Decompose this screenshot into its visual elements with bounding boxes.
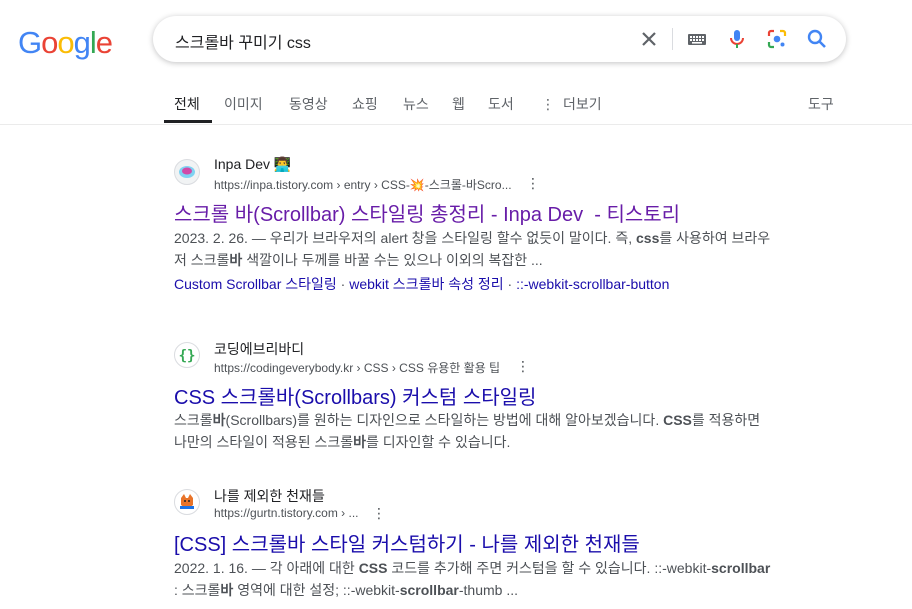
sitelink-separator: · xyxy=(503,276,517,292)
snippet-text: 스크롤 xyxy=(174,412,213,428)
result-snippet: 2023. 2. 26. — 우리가 브라우저의 alert 창을 스타일링 할… xyxy=(174,227,774,271)
site-name[interactable]: Inpa Dev 👨‍💻 xyxy=(214,156,291,173)
site-name[interactable]: 나를 제외한 천재들 xyxy=(214,486,325,506)
tools-button[interactable]: 도구 xyxy=(808,94,834,114)
site-url[interactable]: https://inpa.tistory.com › entry › CSS-💥… xyxy=(214,176,512,193)
result-snippet: 스크롤바(Scrollbars)를 원하는 디자인으로 스타일하는 방법에 대해… xyxy=(174,409,774,453)
tab-news[interactable]: 뉴스 xyxy=(403,94,429,114)
snippet-highlight: 바 xyxy=(220,582,234,598)
snippet-highlight: scrollbar xyxy=(711,560,771,576)
search-divider xyxy=(672,28,673,50)
site-favicon xyxy=(174,159,200,185)
svg-text:{}: {} xyxy=(179,348,196,364)
snippet-highlight: 바 xyxy=(212,412,226,428)
search-icon[interactable] xyxy=(805,27,829,51)
logo-letter: o xyxy=(57,25,74,60)
snippet-highlight: 바 xyxy=(229,252,243,268)
snippet-highlight: CSS xyxy=(358,560,388,576)
sitelink[interactable]: webkit 스크롤바 속성 정리 xyxy=(349,276,503,292)
logo-letter: G xyxy=(18,25,42,60)
search-result: 나를 제외한 천재들 https://gurtn.tistory.com › .… xyxy=(174,485,774,605)
snippet-text: 영역에 대한 설정; ::-webkit- xyxy=(233,582,400,598)
tab-images[interactable]: 이미지 xyxy=(224,94,263,114)
tab-web[interactable]: 웹 xyxy=(452,94,465,114)
keyboard-icon[interactable] xyxy=(685,27,709,51)
snippet-text: -thumb ... xyxy=(458,582,518,598)
sitelink[interactable]: Custom Scrollbar 스타일링 xyxy=(174,276,337,292)
active-tab-indicator xyxy=(164,120,212,123)
snippet-text: 코드를 추가해 주면 커스텀을 할 수 있습니다. ::-webkit- xyxy=(387,560,712,576)
tab-videos[interactable]: 동영상 xyxy=(289,94,328,114)
search-tabs: 전체 이미지 동영상 쇼핑 뉴스 웹 도서 ⋮ 더보기 도구 xyxy=(0,82,912,125)
tab-books[interactable]: 도서 xyxy=(488,94,514,114)
sitelink-separator: · xyxy=(336,276,350,292)
search-result: {} 코딩에브리바디 https://codingeverybody.kr › … xyxy=(174,338,774,458)
snippet-text: 각 아래에 대한 xyxy=(269,560,359,576)
search-result: Inpa Dev 👨‍💻 https://inpa.tistory.com › … xyxy=(174,155,774,295)
google-logo[interactable]: Google xyxy=(18,25,113,61)
more-options-icon[interactable]: ⋮ xyxy=(526,175,540,192)
snippet-highlight: css xyxy=(636,230,660,246)
logo-letter: g xyxy=(73,25,91,60)
site-url[interactable]: https://codingeverybody.kr › CSS › CSS 유… xyxy=(214,359,500,376)
camera-lens-icon[interactable] xyxy=(765,27,789,51)
site-favicon xyxy=(174,489,200,515)
logo-letter: e xyxy=(95,25,113,60)
more-options-icon[interactable]: ⋮ xyxy=(372,505,386,522)
tab-more[interactable]: ⋮ 더보기 xyxy=(541,94,602,114)
microphone-icon[interactable] xyxy=(725,27,749,51)
result-title[interactable]: CSS 스크롤바(Scrollbars) 커스텀 스타일링 xyxy=(174,381,536,410)
snippet-text: 색깔이나 두께를 바꿀 수는 있으나 이외의 복잡한 ... xyxy=(242,252,543,268)
site-name[interactable]: 코딩에브리바디 xyxy=(214,339,304,359)
more-options-icon[interactable]: ⋮ xyxy=(516,358,530,375)
tab-more-label: 더보기 xyxy=(563,96,602,112)
snippet-text: 를 디자인할 수 있습니다. xyxy=(366,434,511,450)
search-box[interactable]: 스크롤바 꾸미기 css xyxy=(153,16,846,62)
snippet-highlight: CSS xyxy=(663,412,692,428)
snippet-date: 2022. 1. 16. — xyxy=(174,560,270,576)
snippet-highlight: scrollbar xyxy=(399,582,459,598)
more-vert-icon: ⋮ xyxy=(541,96,555,112)
snippet-date: 2023. 2. 26. — xyxy=(174,230,270,246)
close-icon[interactable] xyxy=(637,27,661,51)
result-title[interactable]: [CSS] 스크롤바 스타일 커스텀하기 - 나를 제외한 천재들 xyxy=(174,528,640,557)
result-title[interactable]: 스크롤 바(Scrollbar) 스타일링 총정리 - Inpa Dev ‍ -… xyxy=(174,198,680,227)
tab-shopping[interactable]: 쇼핑 xyxy=(352,94,378,114)
result-snippet: 2022. 1. 16. — 각 아래에 대한 CSS 코드를 추가해 주면 커… xyxy=(174,557,774,601)
sitelinks: Custom Scrollbar 스타일링 · webkit 스크롤바 속성 정… xyxy=(174,274,669,294)
snippet-text: (Scrollbars)를 원하는 디자인으로 스타일하는 방법에 대해 알아보… xyxy=(225,412,664,428)
snippet-text: : 스크롤 xyxy=(174,582,221,598)
snippet-text: 우리가 브라우저의 alert 창을 스타일링 할수 없듯이 말이다. 즉, xyxy=(269,230,636,246)
site-url[interactable]: https://gurtn.tistory.com › ... xyxy=(214,506,359,520)
sitelink[interactable]: ::-webkit-scrollbar-button xyxy=(516,276,669,292)
snippet-highlight: 바 xyxy=(353,434,366,450)
site-favicon: {} xyxy=(174,342,200,368)
logo-letter: o xyxy=(41,25,58,60)
tab-all[interactable]: 전체 xyxy=(174,94,200,114)
search-input[interactable]: 스크롤바 꾸미기 css xyxy=(175,29,311,53)
